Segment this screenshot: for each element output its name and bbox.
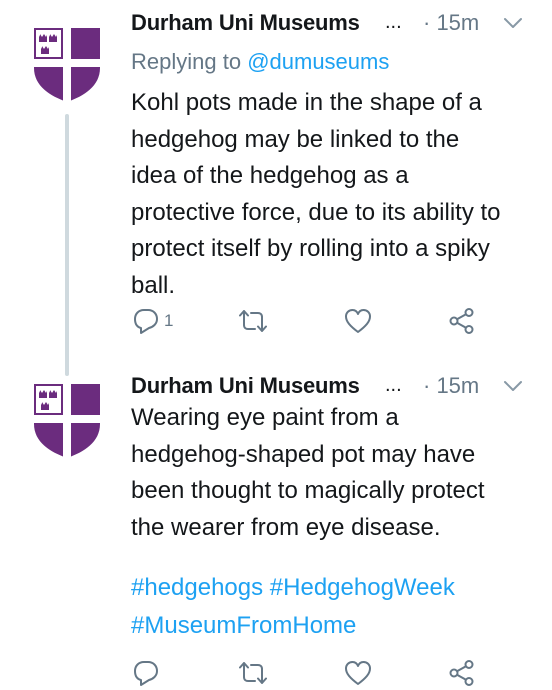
durham-crest-icon <box>34 28 100 102</box>
share-icon <box>449 660 474 686</box>
retweet-button[interactable] <box>237 304 269 338</box>
thread-line <box>65 114 69 376</box>
name-truncation: ... <box>385 11 402 33</box>
share-button[interactable] <box>447 656 477 690</box>
like-button[interactable] <box>343 304 373 338</box>
tweet-header: Durham Uni Museums ... · 15m <box>131 373 534 403</box>
tweet-text-line: ball. <box>131 271 176 299</box>
like-icon <box>345 309 371 333</box>
author-name[interactable]: Durham Uni Museums <box>131 373 360 399</box>
avatar[interactable] <box>34 28 100 102</box>
hashtags: #hedgehogs #HedgehogWeek #MuseumFromHome <box>131 569 455 645</box>
tweet-text-line: Kohl pots made in the shape of a <box>131 89 482 116</box>
tweet-text-line: hedgehog may be linked to the <box>131 125 460 153</box>
reply-icon <box>134 309 158 334</box>
replying-to: Replying to @dumuseums <box>131 49 389 75</box>
author-name[interactable]: Durham Uni Museums <box>131 10 360 36</box>
durham-crest-icon <box>34 384 100 458</box>
tweet-text: Kohl pots made in the shape of a hedgeho… <box>131 85 541 304</box>
tweet-header: Durham Uni Museums ... · 15m <box>131 10 534 40</box>
tweet-actions: 1 <box>131 304 491 338</box>
reply-count: 1 <box>164 311 174 330</box>
tweet-text: Wearing eye paint from a hedgehog-shaped… <box>131 400 541 546</box>
hashtag-link[interactable]: #hedgehogs #HedgehogWeek <box>131 569 455 607</box>
tweet-text-line: protective force, due to its ability to <box>131 198 501 226</box>
tweet-text-line: the wearer from eye disease. <box>131 513 441 541</box>
reply-icon <box>134 661 158 686</box>
tweet-actions <box>131 656 491 690</box>
tweet[interactable]: Durham Uni Museums ... · 15m Wearing eye… <box>0 360 552 686</box>
tweet-text-line: hedgehog-shaped pot may have <box>131 440 476 468</box>
share-icon <box>449 308 474 334</box>
like-icon <box>345 661 371 685</box>
tweet-text-line: idea of the hedgehog as a <box>131 162 409 189</box>
retweet-icon <box>239 310 267 332</box>
timestamp[interactable]: · 15m <box>423 10 479 36</box>
like-button[interactable] <box>343 656 373 690</box>
reply-button[interactable]: 1 <box>131 304 173 338</box>
chevron-down-icon[interactable] <box>503 16 523 30</box>
timestamp[interactable]: · 15m <box>423 373 479 399</box>
replying-handle-link[interactable]: @dumuseums <box>247 49 389 74</box>
replying-prefix: Replying to <box>131 49 248 74</box>
retweet-button[interactable] <box>237 656 269 690</box>
tweet-text-line: protect itself by rolling into a spiky <box>131 235 490 262</box>
share-button[interactable] <box>447 304 477 338</box>
reply-button[interactable] <box>131 656 161 690</box>
tweet[interactable]: Durham Uni Museums ... · 15m Replying to… <box>0 0 552 376</box>
chevron-down-icon[interactable] <box>503 379 523 393</box>
name-truncation: ... <box>385 374 402 396</box>
avatar[interactable] <box>34 384 100 458</box>
tweet-text-line: Wearing eye paint from a <box>131 404 399 431</box>
retweet-icon <box>239 662 267 684</box>
hashtag-link[interactable]: #MuseumFromHome <box>131 607 455 645</box>
tweet-text-line: been thought to magically protect <box>131 477 485 504</box>
